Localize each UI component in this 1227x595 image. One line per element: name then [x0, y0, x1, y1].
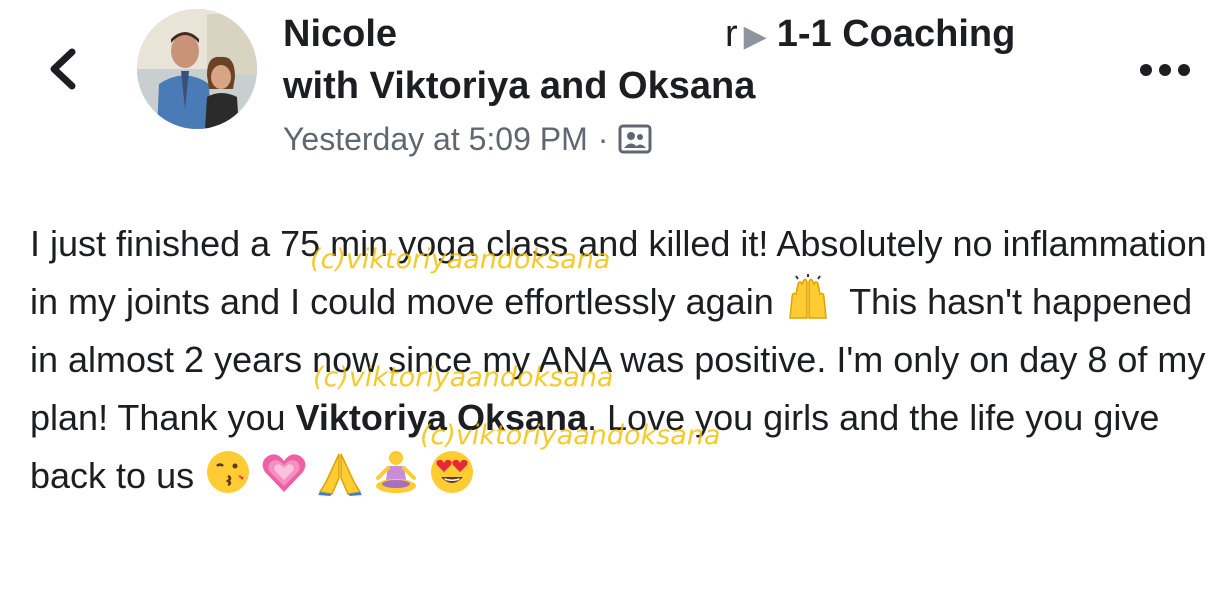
group-trail-fragment: r: [725, 13, 738, 55]
header-line-author: Nicole r ▶ 1-1 Coaching: [283, 12, 1015, 56]
author-avatar[interactable]: [137, 9, 257, 129]
post-body: I just finished a 75 min yoga class and …: [30, 215, 1210, 505]
heart-eyes-emoji: [428, 448, 476, 496]
more-options-button[interactable]: [1138, 58, 1192, 82]
tagged-people[interactable]: with Viktoriya and Oksana: [283, 64, 755, 108]
chevron-left-icon: [50, 48, 76, 90]
meta-separator: ·: [597, 121, 609, 157]
growing-heart-emoji: [260, 448, 308, 496]
kissing-face-emoji: [204, 448, 252, 496]
triangle-right-icon: ▶: [743, 20, 767, 53]
group-name[interactable]: 1-1 Coaching: [777, 13, 1016, 55]
post-meta: Yesterday at 5:09 PM ·: [283, 120, 652, 158]
mention-link[interactable]: Viktoriya Oksana: [296, 397, 588, 438]
folded-hands-emoji: [316, 448, 364, 496]
raising-hands-emoji: [784, 274, 832, 322]
post-timestamp[interactable]: Yesterday at 5:09 PM: [283, 120, 588, 158]
more-options-icon: [1140, 64, 1190, 76]
author-name[interactable]: Nicole: [283, 13, 397, 55]
back-button[interactable]: [40, 44, 90, 94]
group-audience-icon: [618, 122, 652, 156]
lotus-position-emoji: [372, 448, 420, 496]
